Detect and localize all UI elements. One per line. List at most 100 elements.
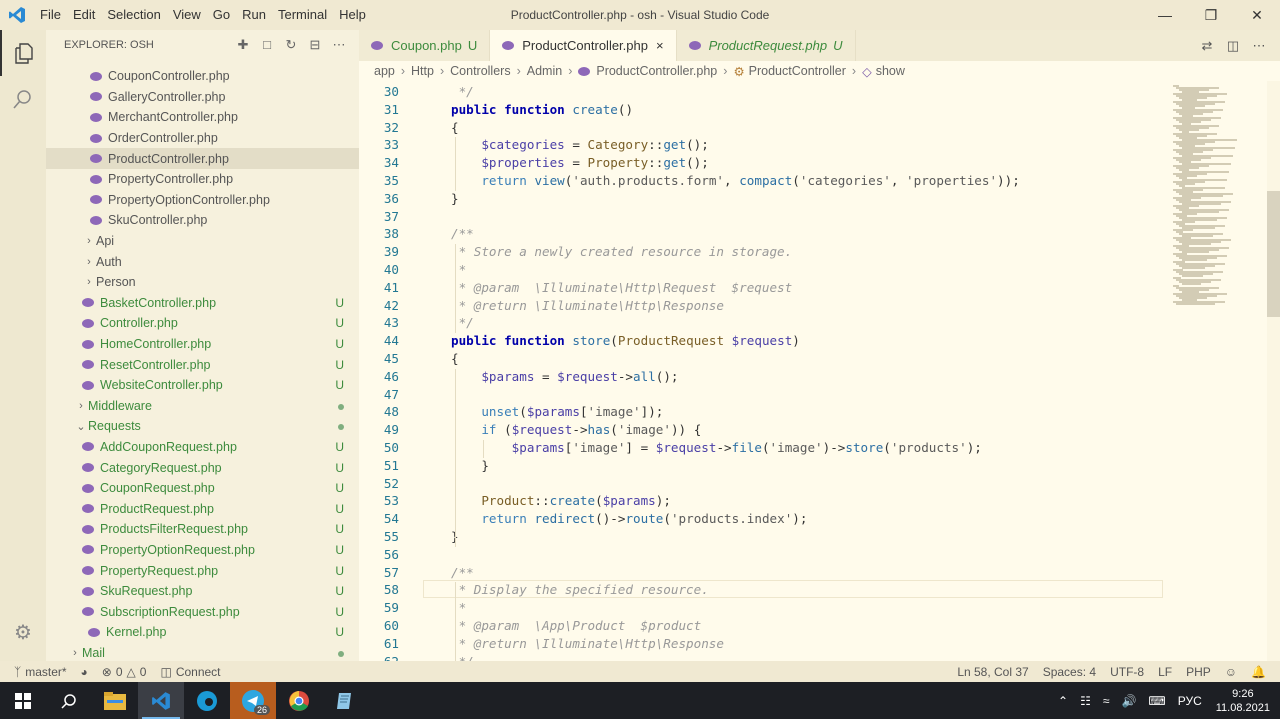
menu-selection[interactable]: Selection: [101, 0, 166, 30]
tree-folder-api[interactable]: › Api: [46, 231, 359, 252]
refresh-icon[interactable]: ↻: [281, 37, 301, 53]
tree-folder-person[interactable]: › Person: [46, 272, 359, 293]
git-status-badge: U: [335, 625, 344, 640]
tree-folder-mail[interactable]: › Mail: [46, 643, 359, 661]
menu-view[interactable]: View: [167, 0, 207, 30]
tree-file-categoryrequest[interactable]: CategoryRequest.php U: [46, 457, 359, 478]
tree-file-propertyrequest[interactable]: PropertyRequest.php U: [46, 560, 359, 581]
breadcrumb-item[interactable]: app: [374, 64, 395, 78]
more-actions-icon[interactable]: ⋯: [329, 37, 349, 53]
volume-icon[interactable]: 🔊: [1121, 694, 1136, 708]
menu-run[interactable]: Run: [236, 0, 272, 30]
windows-start-icon[interactable]: [0, 682, 46, 719]
new-folder-icon[interactable]: □: [257, 37, 277, 53]
indentation[interactable]: Spaces: 4: [1043, 665, 1096, 679]
taskbar-search-icon[interactable]: [46, 682, 92, 719]
modified-dot: [338, 646, 344, 660]
telegram-icon[interactable]: 26: [230, 682, 276, 719]
line-number: 45: [383, 351, 399, 366]
close-window-icon[interactable]: ✕: [1234, 0, 1280, 30]
scrollbar-thumb[interactable]: [1267, 191, 1280, 317]
wifi-icon[interactable]: ≈: [1103, 694, 1110, 708]
clock[interactable]: 9:26 11.08.2021: [1216, 687, 1270, 715]
tree-file-merchantcontroller[interactable]: MerchantController.php: [46, 107, 359, 128]
tree-file-couponcontroller[interactable]: CouponController.php: [46, 66, 359, 87]
connect-indicator[interactable]: ◫ Connect: [160, 665, 220, 679]
notepad-app-icon[interactable]: [322, 682, 368, 719]
sync-icon[interactable]: ◕: [81, 665, 88, 679]
feedback-icon[interactable]: ☺: [1225, 665, 1237, 679]
title-bar: File Edit Selection View Go Run Terminal…: [0, 0, 1280, 30]
new-file-icon[interactable]: ✚: [233, 37, 253, 53]
settings-gear-icon[interactable]: ⚙: [0, 609, 46, 655]
notifications-icon[interactable]: 🔔: [1251, 665, 1266, 679]
more-actions-icon[interactable]: ⋯: [1250, 38, 1268, 54]
vertical-scrollbar[interactable]: [1267, 81, 1280, 661]
tree-file-homecontroller[interactable]: HomeController.php U: [46, 334, 359, 355]
tree-file-controller[interactable]: Controller.php U: [46, 313, 359, 334]
tree-file-subscriptionrequest[interactable]: SubscriptionRequest.php U: [46, 601, 359, 622]
tree-file-ordercontroller[interactable]: OrderController.php: [46, 128, 359, 149]
keyboard-icon[interactable]: ⌨: [1148, 694, 1165, 708]
show-hidden-icons[interactable]: ⌃: [1058, 694, 1068, 708]
tab-productrequest[interactable]: ProductRequest.php U: [677, 30, 856, 61]
tree-folder-middleware[interactable]: › Middleware: [46, 396, 359, 417]
tree-file-propertycontroller[interactable]: PropertyController.php: [46, 169, 359, 190]
tree-folder-auth[interactable]: › Auth: [46, 251, 359, 272]
input-language[interactable]: РУС: [1178, 694, 1202, 708]
file-explorer-icon[interactable]: [92, 682, 138, 719]
line-number: 46: [383, 368, 399, 384]
tree-file-resetcontroller[interactable]: ResetController.php U: [46, 354, 359, 375]
problems-indicator[interactable]: ⊗ 0 △ 0: [102, 665, 147, 679]
tree-file-productsfilterrequest[interactable]: ProductsFilterRequest.php U: [46, 519, 359, 540]
branch-indicator[interactable]: ᛉ master*: [14, 665, 67, 679]
close-tab-icon[interactable]: ×: [656, 38, 664, 53]
tree-file-productrequest[interactable]: ProductRequest.php U: [46, 498, 359, 519]
breadcrumb-item[interactable]: Controllers: [450, 64, 510, 78]
tree-file-gallerycontroller[interactable]: GalleryController.php: [46, 87, 359, 108]
restore-icon[interactable]: ❐: [1188, 0, 1234, 30]
menu-terminal[interactable]: Terminal: [272, 0, 333, 30]
code-editor[interactable]: 30 */ 31 public function create() 32 {33 $ca…: [359, 81, 1167, 661]
php-file-icon: [90, 154, 102, 164]
tree-file-productcontroller[interactable]: ProductController.php: [46, 148, 359, 169]
menu-file[interactable]: File: [34, 0, 67, 30]
tree-file-propertyoptionrequest[interactable]: PropertyOptionRequest.php U: [46, 540, 359, 561]
vscode-taskbar-icon[interactable]: [138, 682, 184, 719]
cursor-position[interactable]: Ln 58, Col 37: [957, 665, 1028, 679]
breadcrumb-item[interactable]: Admin: [527, 64, 562, 78]
encoding[interactable]: UTF-8: [1110, 665, 1144, 679]
minimap[interactable]: [1167, 81, 1267, 661]
tree-folder-requests[interactable]: ⌄ Requests: [46, 416, 359, 437]
search-icon[interactable]: [0, 76, 46, 122]
git-status-badge: U: [335, 378, 344, 393]
menu-help[interactable]: Help: [333, 0, 372, 30]
tree-file-propertyoptioncontroller[interactable]: PropertyOptionController.php: [46, 190, 359, 211]
chrome-icon[interactable]: [276, 682, 322, 719]
language-mode[interactable]: PHP: [1186, 665, 1211, 679]
tree-file-basketcontroller[interactable]: BasketController.php U: [46, 293, 359, 314]
collapse-all-icon[interactable]: ⊟: [305, 37, 325, 53]
php-file-icon: [82, 524, 94, 534]
minimize-icon[interactable]: —: [1142, 0, 1188, 30]
tab-productcontroller[interactable]: ProductController.php ×: [490, 30, 677, 61]
open-changes-icon[interactable]: ⇄: [1198, 38, 1216, 54]
tree-file-websitecontroller[interactable]: WebsiteController.php U: [46, 375, 359, 396]
tab-coupon[interactable]: Coupon.php U: [359, 30, 491, 61]
explorer-icon[interactable]: [0, 30, 46, 76]
breadcrumb-item[interactable]: Http: [411, 64, 434, 78]
edge-browser-icon[interactable]: [184, 682, 230, 719]
tree-file-addcouponrequest[interactable]: AddCouponRequest.php U: [46, 437, 359, 458]
tree-file-skucontroller[interactable]: SkuController.php: [46, 210, 359, 231]
split-editor-icon[interactable]: ◫: [1224, 38, 1242, 54]
tree-file-skurequest[interactable]: SkuRequest.php U: [46, 581, 359, 602]
end-of-line[interactable]: LF: [1158, 665, 1172, 679]
menu-edit[interactable]: Edit: [67, 0, 101, 30]
breadcrumb-item[interactable]: ProductController.php: [596, 64, 717, 78]
tree-file-kernel[interactable]: Kernel.php U: [46, 622, 359, 643]
menu-go[interactable]: Go: [207, 0, 236, 30]
network-icon[interactable]: ☷: [1080, 694, 1091, 708]
breadcrumb-item[interactable]: show: [876, 64, 905, 78]
tree-file-couponrequest[interactable]: CouponRequest.php U: [46, 478, 359, 499]
breadcrumb-item[interactable]: ProductController: [749, 64, 846, 78]
